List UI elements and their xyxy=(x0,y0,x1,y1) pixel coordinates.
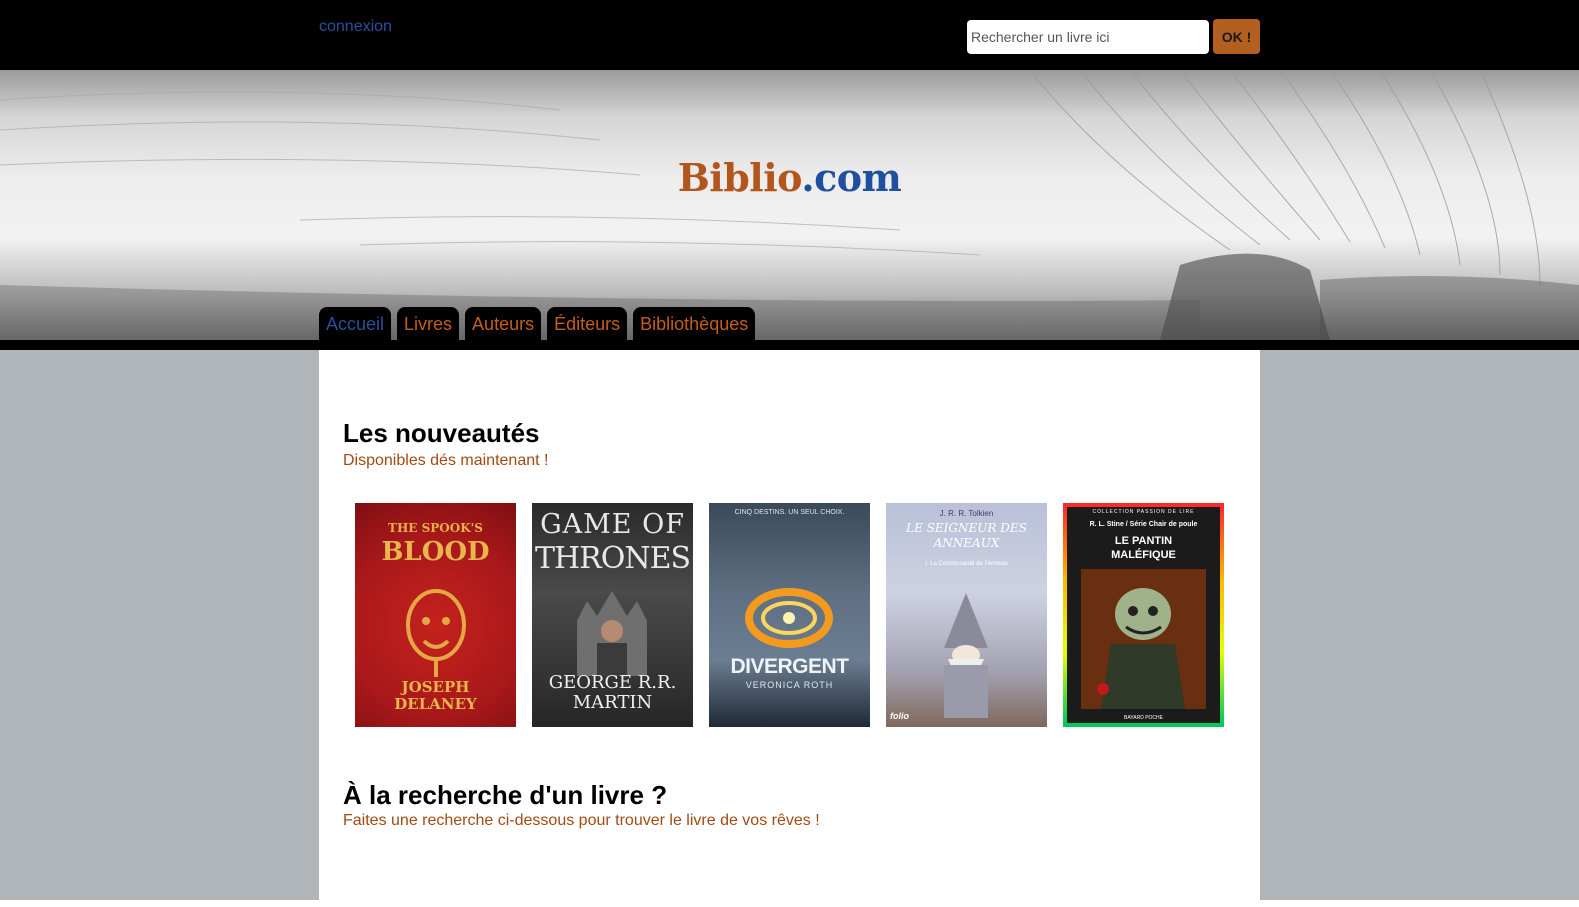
book-cover[interactable]: COLLECTION PASSION DE LIRE R. L. Stine /… xyxy=(1063,503,1224,727)
collection-label: COLLECTION PASSION DE LIRE xyxy=(1092,509,1195,515)
book-cover[interactable]: CINQ DESTINS. UN SEUL CHOIX. DIVERGENT V… xyxy=(709,503,870,727)
login-link[interactable]: connexion xyxy=(319,18,392,36)
tab-bibliotheques[interactable]: Bibliothèques xyxy=(633,307,756,343)
book-cover[interactable]: J. R. R. Tolkien LE SEIGNEUR DES ANNEAUX… xyxy=(886,503,1047,727)
book-title: DIVERGENT xyxy=(730,655,849,678)
book-cover[interactable]: GAME OF THRONES GEORGE R.R. MARTIN xyxy=(532,503,693,727)
wizard-illustration xyxy=(944,593,988,718)
publisher-label: BAYARD POCHE xyxy=(1124,715,1163,721)
nav-strip xyxy=(0,340,1579,350)
logo-text-com: .com xyxy=(801,155,902,200)
book-carousel: THE SPOOK'S BLOOD JOSEPH DELANEY GAME OF… xyxy=(355,503,1224,727)
book-title: BLOOD xyxy=(381,537,490,567)
book-author: VERONICA ROTH xyxy=(745,680,834,690)
search-section-title: À la recherche d'un livre ? xyxy=(343,780,668,810)
new-releases-title: Les nouveautés xyxy=(343,418,540,448)
book-title: MALÉFIQUE xyxy=(1111,549,1176,561)
book-author: R. L. Stine / Série Chair de poule xyxy=(1089,521,1198,528)
search-button[interactable]: OK ! xyxy=(1213,19,1260,54)
mask-illustration xyxy=(406,589,466,677)
book-tagline: CINQ DESTINS. UN SEUL CHOIX. xyxy=(734,509,845,516)
book-author: JOSEPH DELANEY xyxy=(394,678,477,713)
book-title: LE SEIGNEUR DES ANNEAUX xyxy=(906,521,1027,550)
book-subtitle: I. La Communauté de l'Anneau xyxy=(925,561,1008,567)
book-author: J. R. R. Tolkien xyxy=(939,509,994,518)
book-cover[interactable]: THE SPOOK'S BLOOD JOSEPH DELANEY xyxy=(355,503,516,727)
open-book-illustration xyxy=(0,70,1579,340)
tab-livres[interactable]: Livres xyxy=(397,307,460,343)
site-logo[interactable]: Biblio.com xyxy=(0,155,1579,200)
tab-auteurs[interactable]: Auteurs xyxy=(465,307,542,343)
logo-text-biblio: Biblio xyxy=(677,155,802,200)
book-title: THRONES xyxy=(534,541,691,576)
book-title-line: THE SPOOK'S xyxy=(388,521,483,535)
book-title-line: GAME OF xyxy=(540,509,685,540)
tab-editeurs[interactable]: Éditeurs xyxy=(547,307,628,343)
main-nav: Accueil Livres Auteurs Éditeurs Biblioth… xyxy=(319,307,756,343)
puppet-illustration xyxy=(1081,569,1206,709)
book-author: GEORGE R.R. MARTIN xyxy=(548,672,677,713)
tab-accueil[interactable]: Accueil xyxy=(319,307,392,343)
main-content: Les nouveautés Disponibles dés maintenan… xyxy=(319,350,1260,900)
search-input[interactable] xyxy=(967,20,1209,54)
hero-banner: Biblio.com xyxy=(0,70,1579,340)
fire-ring-illustration xyxy=(745,588,833,648)
publisher-label: folio xyxy=(890,711,909,721)
page-bottom xyxy=(0,900,1579,907)
book-title-line: LE PANTIN xyxy=(1114,535,1173,547)
search-section-subtitle: Faites une recherche ci-dessous pour tro… xyxy=(343,812,820,829)
throne-illustration xyxy=(577,591,647,676)
top-bar: connexion OK ! xyxy=(0,0,1579,70)
new-releases-subtitle: Disponibles dés maintenant ! xyxy=(343,452,549,469)
